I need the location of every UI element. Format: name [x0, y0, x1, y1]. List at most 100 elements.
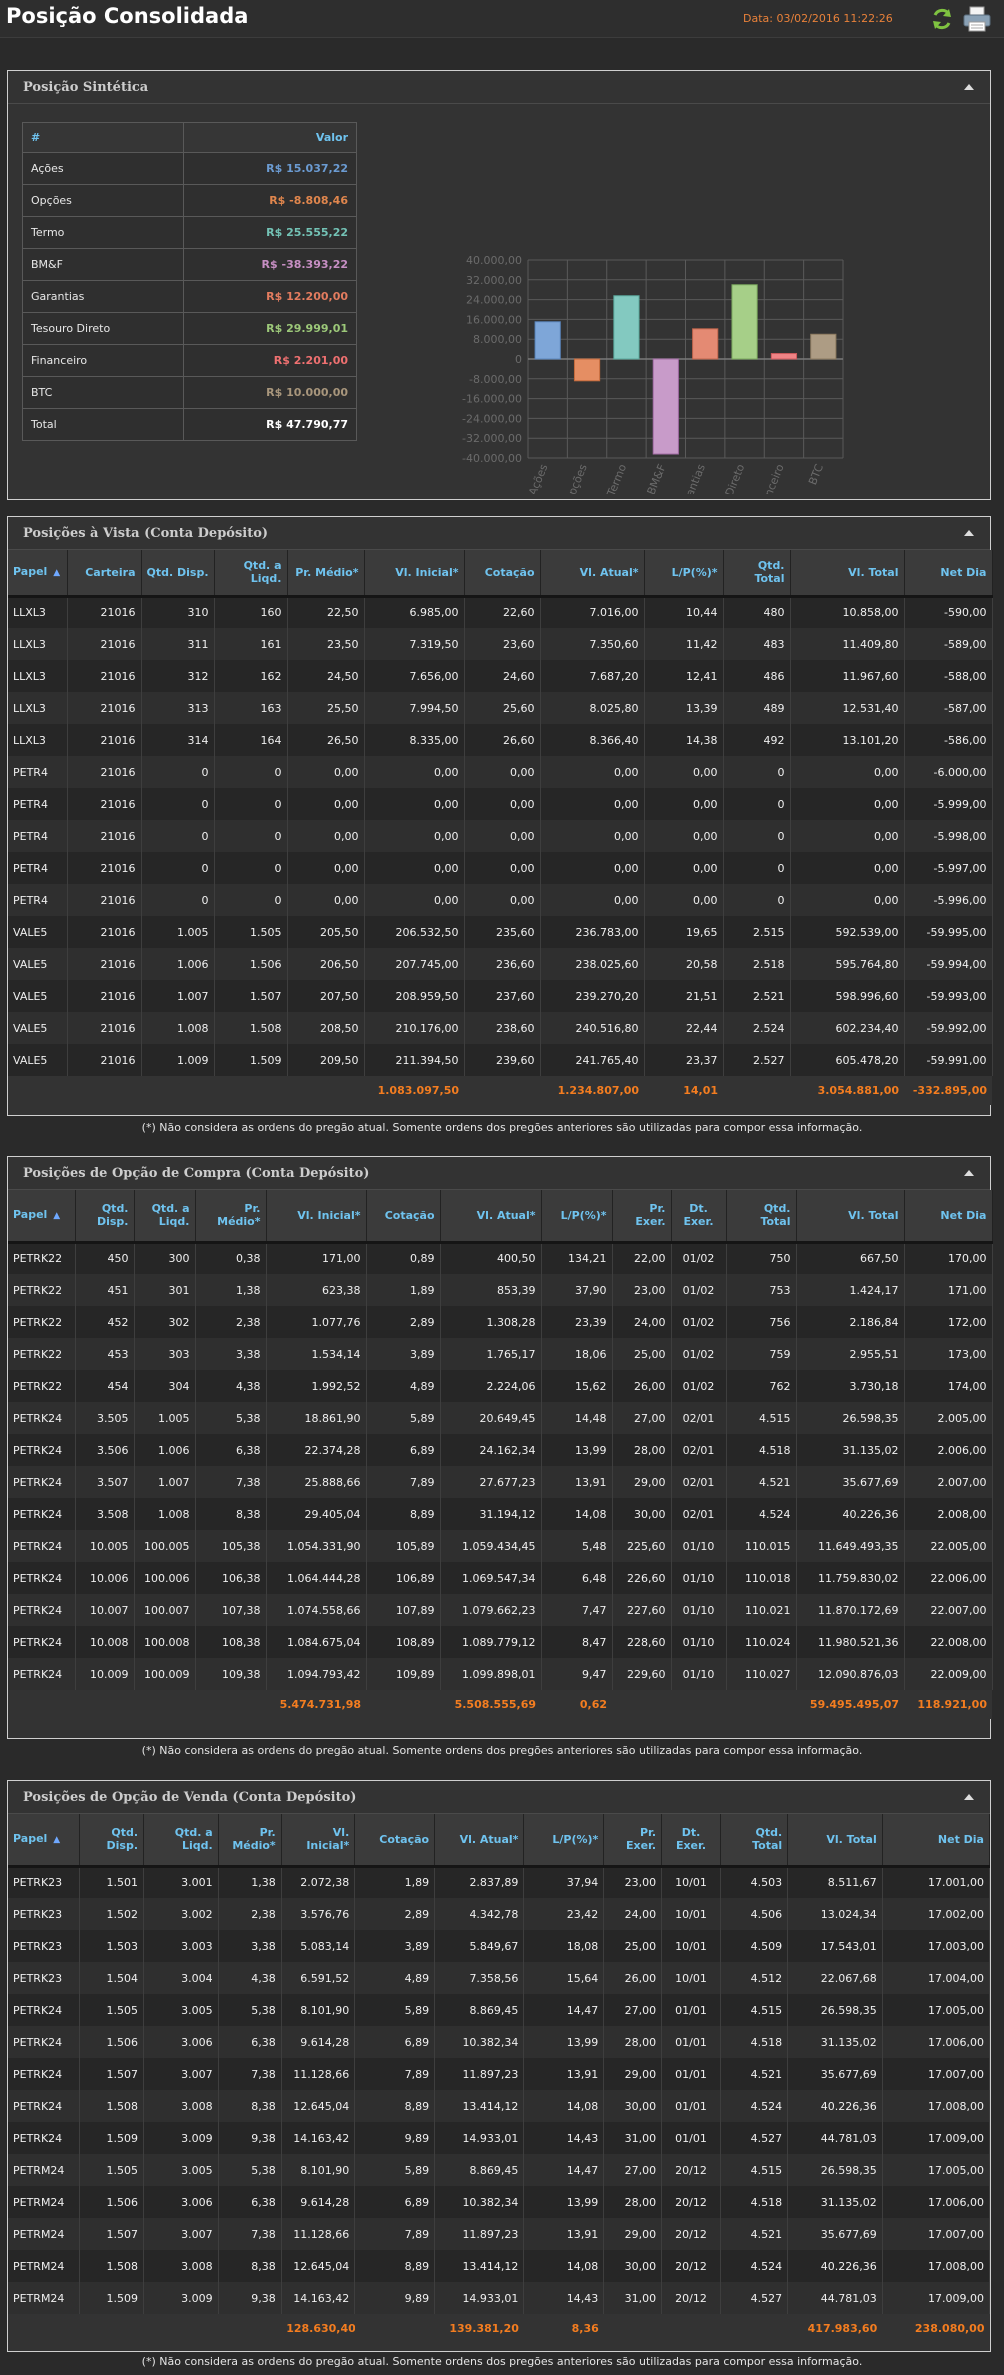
table-row[interactable]: PETRK24 10.006 100.006 106,38 1.064.444,28 10…	[8, 1562, 993, 1594]
table-row[interactable]: PETRK22 454 304 4,38 1.992,52 4,89 2.224,06 15,…	[8, 1370, 993, 1402]
table-row[interactable]: PETRK23 1.501 3.001 1,38 2.072,38 1,89 2.837,8…	[8, 1866, 991, 1898]
table-row[interactable]: PETRK24 1.506 3.006 6,38 9.614,28 6,89 10.382,…	[8, 2026, 991, 2058]
column-header[interactable]: Pr. Exer.	[612, 1190, 672, 1244]
column-header[interactable]: Papel ▲	[8, 1190, 76, 1244]
column-header[interactable]: Net Dia	[904, 1190, 993, 1244]
column-header[interactable]: Vl. Total	[796, 1190, 905, 1244]
sort-ascending-icon[interactable]: ▲	[53, 1835, 60, 1845]
table-row[interactable]: LLXL3 21016 314 164 26,50 8.335,00 26,60 8.366,…	[8, 724, 993, 756]
table-row[interactable]: PETR4 21016 0 0 0,00 0,00 0,00 0,00 0,00 0 0,00 -5.…	[8, 820, 993, 852]
table-row[interactable]: PETR4 21016 0 0 0,00 0,00 0,00 0,00 0,00 0 0,00 -5.…	[8, 884, 993, 916]
table-row[interactable]: PETRK24 1.508 3.008 8,38 12.645,04 8,89 13.414…	[8, 2090, 991, 2122]
table-row[interactable]: VALE5 21016 1.007 1.507 207,50 208.959,50 237,…	[8, 980, 993, 1012]
table-row[interactable]: PETRK24 3.505 1.005 5,38 18.861,90 5,89 20.649…	[8, 1402, 993, 1434]
refresh-icon[interactable]	[929, 6, 955, 32]
column-header[interactable]: Pr. Exer.	[603, 1814, 663, 1868]
table-row[interactable]: PETRM24 1.507 3.007 7,38 11.128,66 7,89 11.897…	[8, 2218, 991, 2250]
column-header[interactable]: Pr. Médio*	[287, 550, 365, 598]
table-row[interactable]: PETRM24 1.506 3.006 6,38 9.614,28 6,89 10.382,…	[8, 2186, 991, 2218]
column-header[interactable]: Vl. Total	[787, 1814, 883, 1868]
table-row[interactable]: PETRK23 1.503 3.003 3,38 5.083,14 3,89 5.849,6…	[8, 1930, 991, 1962]
total-cell	[8, 1690, 75, 1719]
table-row[interactable]: PETRK24 10.007 100.007 107,38 1.074.558,66 10…	[8, 1594, 993, 1626]
table-row[interactable]: PETRK24 3.506 1.006 6,38 22.374,28 6,89 24.162…	[8, 1434, 993, 1466]
column-header[interactable]: L/P(%)*	[644, 550, 724, 598]
column-header[interactable]: Vl. Atual*	[434, 1814, 525, 1868]
column-header[interactable]: Qtd. Total	[723, 550, 791, 598]
table-row[interactable]: PETRK24 10.009 100.009 109,38 1.094.793,42 10…	[8, 1658, 993, 1690]
chart-y-tick-label: -40.000,00	[462, 452, 522, 465]
column-header[interactable]: Papel ▲	[8, 1814, 80, 1868]
table-row[interactable]: PETRK23 1.502 3.002 2,38 3.576,76 2,89 4.342,7…	[8, 1898, 991, 1930]
collapse-icon[interactable]	[962, 527, 976, 539]
column-header[interactable]: Net Dia	[904, 550, 993, 598]
table-row[interactable]: VALE5 21016 1.006 1.506 206,50 207.745,00 236,…	[8, 948, 993, 980]
table-row[interactable]: PETRK22 450 300 0,38 171,00 0,89 400,50 134,21 2…	[8, 1242, 993, 1274]
column-header[interactable]: Qtd. Disp.	[79, 1814, 145, 1868]
sort-ascending-icon[interactable]: ▲	[53, 568, 60, 578]
column-header[interactable]: Vl. Atual*	[440, 1190, 542, 1244]
panel-header[interactable]: Posições de Opção de Venda (Conta Depósi…	[8, 1781, 990, 1814]
column-header[interactable]: Qtd. Total	[720, 1814, 789, 1868]
column-header[interactable]: Qtd. Disp.	[75, 1190, 135, 1244]
sort-ascending-icon[interactable]: ▲	[53, 1211, 60, 1221]
table-row[interactable]: VALE5 21016 1.005 1.505 205,50 206.532,50 235,…	[8, 916, 993, 948]
panel-header[interactable]: Posições à Vista (Conta Depósito)	[8, 517, 990, 550]
table-row[interactable]: PETR4 21016 0 0 0,00 0,00 0,00 0,00 0,00 0 0,00 -6.…	[8, 756, 993, 788]
column-header[interactable]: Pr. Médio*	[195, 1190, 267, 1244]
table-row[interactable]: PETRM24 1.509 3.009 9,38 14.163,42 9,89 14.933…	[8, 2282, 991, 2314]
column-header[interactable]: Vl. Atual*	[540, 550, 645, 598]
table-cell: 0	[723, 756, 791, 788]
table-row[interactable]: PETRK24 3.507 1.007 7,38 25.888,66 7,89 27.677…	[8, 1466, 993, 1498]
column-header[interactable]: Vl. Inicial*	[364, 550, 465, 598]
print-icon[interactable]	[962, 5, 992, 33]
table-row[interactable]: PETRK24 10.005 100.005 105,38 1.054.331,90 10…	[8, 1530, 993, 1562]
column-header[interactable]: Cotação	[464, 550, 541, 598]
table-row[interactable]: LLXL3 21016 310 160 22,50 6.985,00 22,60 7.016,…	[8, 596, 993, 628]
column-header[interactable]: Net Dia	[882, 1814, 991, 1868]
table-row[interactable]: PETRK22 451 301 1,38 623,38 1,89 853,39 37,90 23…	[8, 1274, 993, 1306]
panel-header[interactable]: Posição Sintética	[8, 71, 990, 104]
column-header[interactable]: Vl. Total	[790, 550, 905, 598]
column-header[interactable]: Qtd. Disp.	[141, 550, 215, 598]
column-header[interactable]: Cotação	[366, 1190, 441, 1244]
column-header[interactable]: L/P(%)*	[541, 1190, 613, 1244]
column-header[interactable]: Vl. Inicial*	[281, 1814, 356, 1868]
column-header[interactable]: Dt. Exer.	[661, 1814, 721, 1868]
column-header[interactable]: Qtd. a Liqd.	[143, 1814, 219, 1868]
panel-header[interactable]: Posições de Opção de Compra (Conta Depós…	[8, 1157, 990, 1190]
table-row[interactable]: PETRK24 1.507 3.007 7,38 11.128,66 7,89 11.897…	[8, 2058, 991, 2090]
table-row[interactable]: VALE5 21016 1.009 1.509 209,50 211.394,50 239,…	[8, 1044, 993, 1076]
column-header[interactable]: Qtd. a Liqd.	[134, 1190, 196, 1244]
table-row[interactable]: PETRK24 3.508 1.008 8,38 29.405,04 8,89 31.194…	[8, 1498, 993, 1530]
table-row[interactable]: LLXL3 21016 313 163 25,50 7.994,50 25,60 8.025,…	[8, 692, 993, 724]
table-row[interactable]: PETRK24 1.505 3.005 5,38 8.101,90 5,89 8.869,4…	[8, 1994, 991, 2026]
table-row[interactable]: PETRK24 1.509 3.009 9,38 14.163,42 9,89 14.933…	[8, 2122, 991, 2154]
collapse-icon[interactable]	[962, 1167, 976, 1179]
table-row[interactable]: PETRM24 1.505 3.005 5,38 8.101,90 5,89 8.869,4…	[8, 2154, 991, 2186]
table-row[interactable]: PETR4 21016 0 0 0,00 0,00 0,00 0,00 0,00 0 0,00 -5.…	[8, 852, 993, 884]
column-header[interactable]: Dt. Exer.	[671, 1190, 727, 1244]
table-row[interactable]: PETRK22 452 302 2,38 1.077,76 2,89 1.308,28 23,…	[8, 1306, 993, 1338]
column-header[interactable]: Pr. Médio*	[218, 1814, 282, 1868]
collapse-icon[interactable]	[962, 81, 976, 93]
table-row[interactable]: PETR4 21016 0 0 0,00 0,00 0,00 0,00 0,00 0 0,00 -5.…	[8, 788, 993, 820]
table-row[interactable]: PETRK24 10.008 100.008 108,38 1.084.675,04 10…	[8, 1626, 993, 1658]
collapse-icon[interactable]	[962, 1791, 976, 1803]
column-header[interactable]: Carteira	[67, 550, 142, 598]
column-header[interactable]: Vl. Inicial*	[266, 1190, 367, 1244]
table-row[interactable]: PETRK23 1.504 3.004 4,38 6.591,52 4,89 7.358,5…	[8, 1962, 991, 1994]
table-cell: 13,91	[523, 2058, 605, 2090]
table-row[interactable]: VALE5 21016 1.008 1.508 208,50 210.176,00 238,…	[8, 1012, 993, 1044]
table-cell: 22,50	[287, 596, 365, 628]
table-cell: PETR4	[8, 756, 68, 788]
column-header[interactable]: Qtd. Total	[726, 1190, 797, 1244]
column-header[interactable]: Cotação	[354, 1814, 436, 1868]
table-row[interactable]: PETRM24 1.508 3.008 8,38 12.645,04 8,89 13.414…	[8, 2250, 991, 2282]
table-row[interactable]: LLXL3 21016 312 162 24,50 7.656,00 24,60 7.687,…	[8, 660, 993, 692]
table-row[interactable]: PETRK22 453 303 3,38 1.534,14 3,89 1.765,17 18,…	[8, 1338, 993, 1370]
column-header[interactable]: Papel ▲	[8, 550, 68, 598]
column-header[interactable]: L/P(%)*	[523, 1814, 605, 1868]
column-header[interactable]: Qtd. a Liqd.	[214, 550, 288, 598]
table-row[interactable]: LLXL3 21016 311 161 23,50 7.319,50 23,60 7.350,…	[8, 628, 993, 660]
